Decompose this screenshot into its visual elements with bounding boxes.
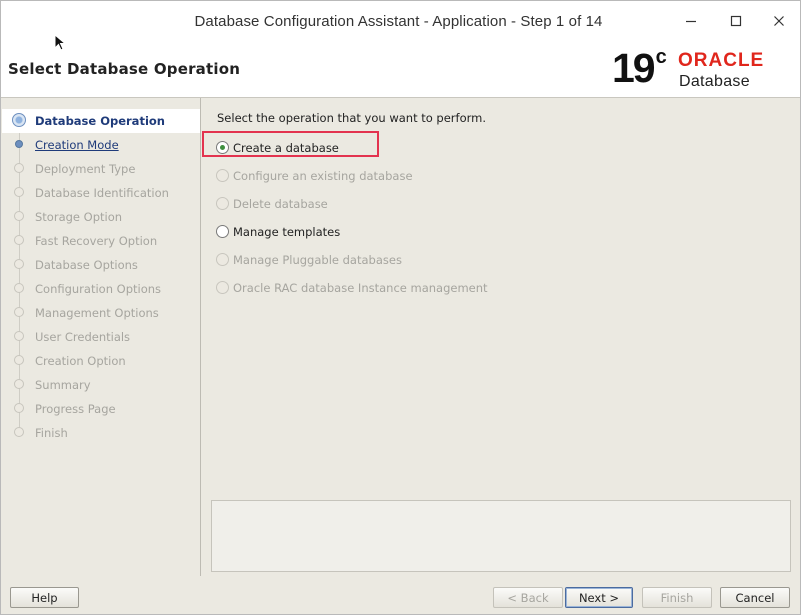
step-pending-icon <box>14 163 24 173</box>
details-text-area[interactable] <box>211 500 791 572</box>
minimize-icon[interactable] <box>681 11 701 31</box>
step-label: Storage Option <box>35 210 123 224</box>
step-progress-page: Progress Page <box>2 397 200 421</box>
step-label: Deployment Type <box>35 162 136 176</box>
dbca-window: Database Configuration Assistant - Appli… <box>0 0 801 615</box>
radio-icon <box>216 281 229 294</box>
step-configuration-options: Configuration Options <box>2 277 200 301</box>
step-pending-icon <box>14 355 24 365</box>
logo-version-number: 19 <box>612 45 656 91</box>
step-label: User Credentials <box>35 330 131 344</box>
step-database-identification: Database Identification <box>2 181 200 205</box>
step-pending-icon <box>14 235 24 245</box>
page-header: Select Database Operation 19 c ORACLE Dat… <box>1 43 800 98</box>
step-fast-recovery-option: Fast Recovery Option <box>2 229 200 253</box>
radio-icon <box>216 253 229 266</box>
step-label: Management Options <box>35 306 159 320</box>
step-current-icon <box>12 113 26 127</box>
step-pending-icon <box>14 379 24 389</box>
option-label[interactable]: Manage templates <box>233 225 340 239</box>
title-bar[interactable]: Database Configuration Assistant - Appli… <box>1 1 800 43</box>
step-summary: Summary <box>2 373 200 397</box>
step-storage-option: Storage Option <box>2 205 200 229</box>
logo-version: 19 c <box>612 45 667 92</box>
step-pending-icon <box>14 403 24 413</box>
step-pending-icon <box>14 283 24 293</box>
step-pending-icon <box>14 187 24 197</box>
close-icon[interactable] <box>769 11 789 31</box>
step-database-operation[interactable]: Database Operation <box>2 109 200 133</box>
logo-brand: ORACLE <box>678 50 765 71</box>
step-label: Finish <box>35 426 68 440</box>
step-label: Fast Recovery Option <box>35 234 158 248</box>
operation-panel: Select the operation that you want to pe… <box>202 98 800 576</box>
step-label: Configuration Options <box>35 282 162 296</box>
logo-product: Database <box>679 73 750 90</box>
step-pending-icon <box>14 427 24 437</box>
help-button[interactable]: Help <box>10 587 79 608</box>
option-label: Oracle RAC database Instance management <box>233 281 488 295</box>
next-button[interactable]: Next > <box>565 587 633 608</box>
step-pending-icon <box>14 211 24 221</box>
radio-selected-icon[interactable] <box>216 141 229 154</box>
step-user-credentials: User Credentials <box>2 325 200 349</box>
step-finish: Finish <box>2 421 200 445</box>
maximize-icon[interactable] <box>726 11 746 31</box>
back-button: < Back <box>493 587 563 608</box>
step-management-options: Management Options <box>2 301 200 325</box>
radio-icon <box>216 197 229 210</box>
step-label: Database Options <box>35 258 138 272</box>
radio-icon[interactable] <box>216 225 229 238</box>
finish-button: Finish <box>642 587 712 608</box>
step-deployment-type: Deployment Type <box>2 157 200 181</box>
window-title-text: Database Configuration Assistant - Appli… <box>194 13 603 30</box>
step-pending-icon <box>14 259 24 269</box>
step-label: Progress Page <box>35 402 116 416</box>
step-enabled-icon <box>15 140 23 148</box>
button-bar: Help < Back Next > Finish Cancel <box>1 577 800 614</box>
step-label: Summary <box>35 378 91 392</box>
step-label: Database Identification <box>35 186 169 200</box>
step-pending-icon <box>14 331 24 341</box>
steps-sidebar: Database Operation Creation Mode Deploym… <box>2 98 201 576</box>
step-creation-mode[interactable]: Creation Mode <box>2 133 200 157</box>
mouse-cursor-icon <box>54 33 68 52</box>
step-database-options: Database Options <box>2 253 200 277</box>
page-title: Select Database Operation <box>8 60 241 78</box>
step-label: Creation Option <box>35 354 126 368</box>
step-creation-option: Creation Option <box>2 349 200 373</box>
step-label[interactable]: Creation Mode <box>35 138 119 152</box>
step-pending-icon <box>14 307 24 317</box>
radio-icon <box>216 169 229 182</box>
option-label[interactable]: Create a database <box>233 141 339 155</box>
option-label: Delete database <box>233 197 328 211</box>
cancel-button[interactable]: Cancel <box>720 587 790 608</box>
oracle-database-logo: 19 c ORACLE Database <box>612 45 792 93</box>
option-label: Configure an existing database <box>233 169 413 183</box>
logo-version-suffix: c <box>655 46 667 69</box>
step-label: Database Operation <box>35 114 165 128</box>
operation-prompt: Select the operation that you want to pe… <box>217 111 487 125</box>
option-label: Manage Pluggable databases <box>233 253 402 267</box>
